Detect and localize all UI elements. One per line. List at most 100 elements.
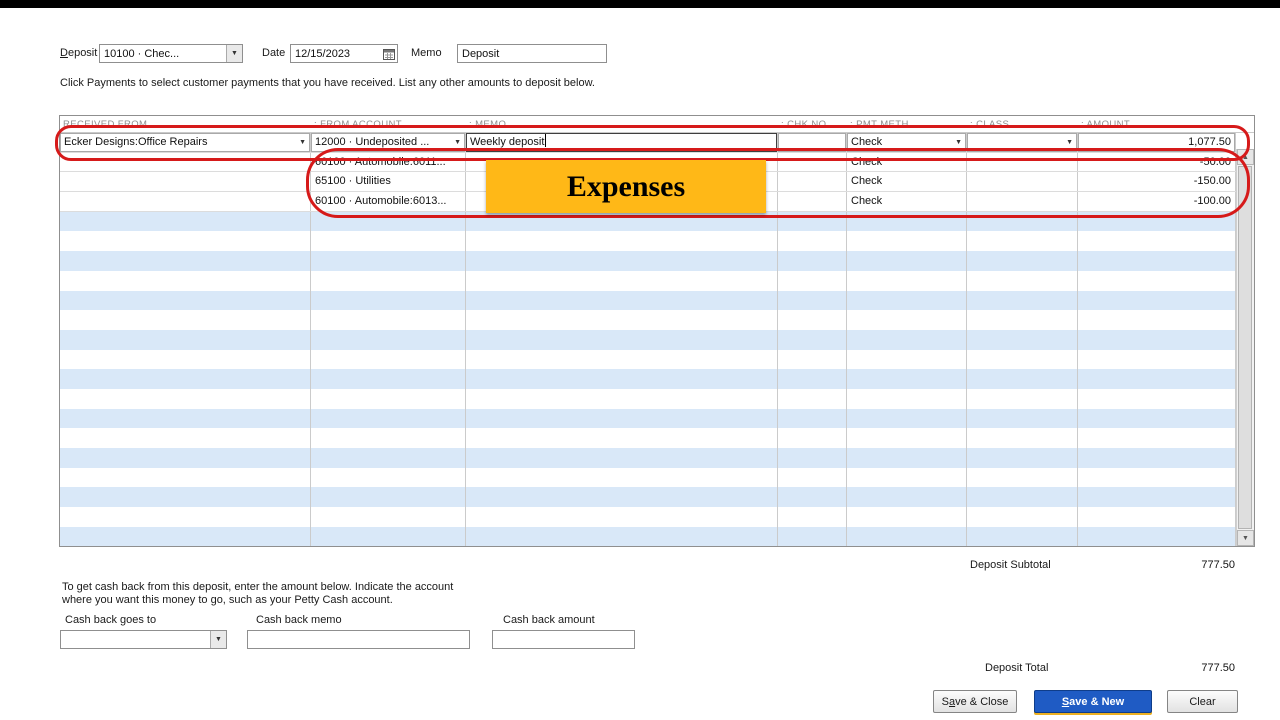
empty-grid-row[interactable] bbox=[60, 349, 1236, 370]
empty-grid-cell[interactable] bbox=[311, 251, 466, 271]
empty-grid-cell[interactable] bbox=[967, 487, 1078, 508]
memo-field[interactable]: Deposit bbox=[457, 44, 607, 63]
empty-grid-cell[interactable] bbox=[967, 310, 1078, 330]
empty-grid-cell[interactable] bbox=[847, 388, 967, 409]
empty-grid-cell[interactable] bbox=[1078, 310, 1236, 330]
empty-grid-cell[interactable] bbox=[60, 231, 311, 252]
empty-grid-cell[interactable] bbox=[1078, 349, 1236, 370]
empty-grid-row[interactable] bbox=[60, 388, 1236, 409]
empty-grid-row[interactable] bbox=[60, 408, 1236, 429]
empty-grid-cell[interactable] bbox=[466, 448, 778, 468]
empty-grid-cell[interactable] bbox=[60, 211, 311, 232]
empty-grid-cell[interactable] bbox=[847, 526, 967, 547]
empty-grid-row[interactable] bbox=[60, 507, 1236, 527]
empty-grid-cell[interactable] bbox=[847, 428, 967, 448]
empty-grid-cell[interactable] bbox=[1078, 467, 1236, 488]
empty-grid-cell[interactable] bbox=[778, 251, 847, 271]
empty-grid-cell[interactable] bbox=[1078, 448, 1236, 468]
empty-grid-cell[interactable] bbox=[466, 526, 778, 547]
empty-grid-cell[interactable] bbox=[311, 487, 466, 508]
empty-grid-cell[interactable] bbox=[60, 487, 311, 508]
empty-grid-cell[interactable] bbox=[60, 270, 311, 291]
empty-grid-cell[interactable] bbox=[847, 467, 967, 488]
empty-grid-cell[interactable] bbox=[847, 487, 967, 508]
empty-grid-cell[interactable] bbox=[778, 388, 847, 409]
empty-grid-cell[interactable] bbox=[847, 349, 967, 370]
empty-grid-cell[interactable] bbox=[1078, 329, 1236, 350]
empty-grid-row[interactable] bbox=[60, 251, 1236, 271]
empty-grid-cell[interactable] bbox=[778, 487, 847, 508]
empty-grid-cell[interactable] bbox=[60, 507, 311, 527]
empty-grid-row[interactable] bbox=[60, 290, 1236, 311]
empty-grid-cell[interactable] bbox=[466, 231, 778, 252]
empty-grid-cell[interactable] bbox=[466, 388, 778, 409]
empty-grid-cell[interactable] bbox=[847, 290, 967, 311]
empty-grid-cell[interactable] bbox=[778, 526, 847, 547]
empty-grid-cell[interactable] bbox=[967, 448, 1078, 468]
cash-back-memo-input[interactable] bbox=[247, 630, 470, 649]
empty-grid-cell[interactable] bbox=[1078, 388, 1236, 409]
received-from-cell[interactable] bbox=[60, 172, 311, 192]
empty-grid-row[interactable] bbox=[60, 329, 1236, 350]
empty-grid-cell[interactable] bbox=[60, 448, 311, 468]
empty-grid-cell[interactable] bbox=[466, 428, 778, 448]
empty-grid-cell[interactable] bbox=[311, 290, 466, 311]
empty-grid-row[interactable] bbox=[60, 369, 1236, 389]
save-close-button[interactable]: Sa ve & Close bbox=[933, 690, 1017, 713]
empty-grid-cell[interactable] bbox=[967, 231, 1078, 252]
empty-grid-cell[interactable] bbox=[60, 428, 311, 448]
empty-grid-cell[interactable] bbox=[778, 448, 847, 468]
empty-grid-cell[interactable] bbox=[778, 369, 847, 389]
empty-grid-cell[interactable] bbox=[466, 329, 778, 350]
empty-grid-cell[interactable] bbox=[967, 349, 1078, 370]
empty-grid-cell[interactable] bbox=[311, 388, 466, 409]
clear-button[interactable]: Clear bbox=[1167, 690, 1238, 713]
empty-grid-cell[interactable] bbox=[311, 329, 466, 350]
empty-grid-cell[interactable] bbox=[311, 428, 466, 448]
empty-grid-cell[interactable] bbox=[466, 349, 778, 370]
empty-grid-cell[interactable] bbox=[311, 467, 466, 488]
empty-grid-cell[interactable] bbox=[466, 310, 778, 330]
empty-grid-cell[interactable] bbox=[311, 507, 466, 527]
empty-grid-cell[interactable] bbox=[60, 310, 311, 330]
cash-back-goes-to-dropdown[interactable]: ▼ bbox=[60, 630, 227, 649]
empty-grid-cell[interactable] bbox=[60, 408, 311, 429]
empty-grid-cell[interactable] bbox=[311, 231, 466, 252]
empty-grid-cell[interactable] bbox=[967, 408, 1078, 429]
deposit-to-dropdown[interactable]: 10100 · Chec... ▼ bbox=[99, 44, 243, 63]
scrollbar-thumb[interactable] bbox=[1238, 166, 1252, 530]
empty-grid-cell[interactable] bbox=[778, 329, 847, 350]
empty-grid-cell[interactable] bbox=[1078, 487, 1236, 508]
empty-grid-cell[interactable] bbox=[1078, 251, 1236, 271]
empty-grid-row[interactable] bbox=[60, 448, 1236, 468]
empty-grid-cell[interactable] bbox=[778, 408, 847, 429]
empty-grid-cell[interactable] bbox=[60, 329, 311, 350]
empty-grid-cell[interactable] bbox=[967, 428, 1078, 448]
empty-grid-cell[interactable] bbox=[847, 329, 967, 350]
empty-grid-cell[interactable] bbox=[466, 487, 778, 508]
empty-grid-cell[interactable] bbox=[311, 369, 466, 389]
empty-grid-cell[interactable] bbox=[967, 369, 1078, 389]
empty-grid-cell[interactable] bbox=[1078, 408, 1236, 429]
empty-grid-cell[interactable] bbox=[847, 270, 967, 291]
empty-grid-cell[interactable] bbox=[778, 310, 847, 330]
empty-grid-cell[interactable] bbox=[1078, 290, 1236, 311]
empty-grid-cell[interactable] bbox=[311, 310, 466, 330]
empty-grid-row[interactable] bbox=[60, 270, 1236, 291]
empty-grid-row[interactable] bbox=[60, 310, 1236, 330]
empty-grid-cell[interactable] bbox=[847, 310, 967, 330]
chevron-down-icon[interactable]: ▼ bbox=[210, 631, 226, 648]
scroll-down-icon[interactable]: ▼ bbox=[1237, 530, 1254, 547]
empty-grid-cell[interactable] bbox=[466, 290, 778, 311]
empty-grid-cell[interactable] bbox=[778, 428, 847, 448]
empty-grid-row[interactable] bbox=[60, 428, 1236, 448]
empty-grid-cell[interactable] bbox=[466, 369, 778, 389]
empty-grid-cell[interactable] bbox=[311, 349, 466, 370]
empty-grid-cell[interactable] bbox=[466, 507, 778, 527]
chevron-down-icon[interactable]: ▼ bbox=[226, 45, 242, 62]
empty-grid-cell[interactable] bbox=[1078, 270, 1236, 291]
date-field[interactable]: 12/15/2023 bbox=[290, 44, 398, 63]
empty-grid-cell[interactable] bbox=[847, 507, 967, 527]
empty-grid-cell[interactable] bbox=[778, 231, 847, 252]
empty-grid-cell[interactable] bbox=[1078, 231, 1236, 252]
